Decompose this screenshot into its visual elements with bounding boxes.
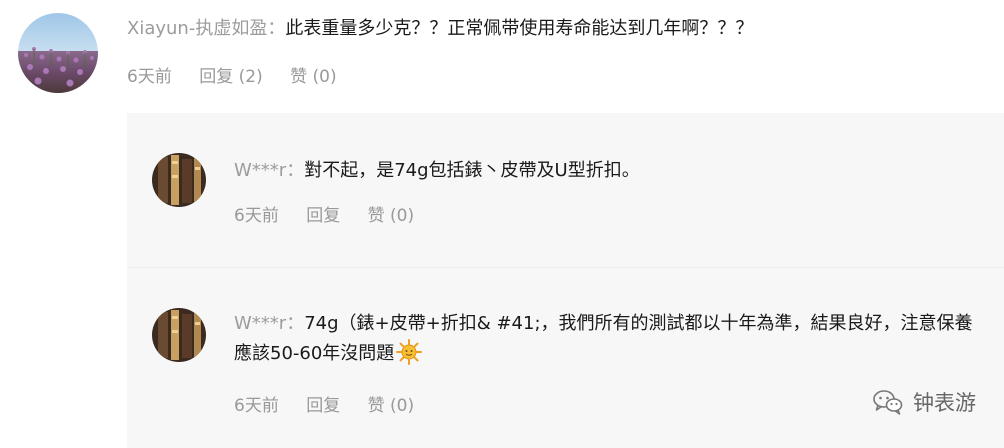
reply-author[interactable]: W***r: [234, 160, 286, 181]
watermark-text: 钟表游: [913, 391, 976, 415]
reply-author[interactable]: W***r: [234, 313, 286, 334]
comment-meta: 6天前 回复 (2) 赞 (0): [127, 62, 359, 87]
reply-button[interactable]: 回复: [306, 206, 340, 226]
watermark: 钟表游: [873, 387, 976, 417]
reply-item: W***r：74g（錶+皮帶+折扣& #41;，我們所有的測試都以十年為準，結果…: [127, 268, 1004, 448]
reply-time: 6天前: [234, 206, 279, 226]
reply-text-line: W***r：對不起，是74g包括錶丶皮帶及U型折扣。: [234, 156, 974, 186]
like-button[interactable]: 赞 (0): [290, 67, 336, 87]
like-button[interactable]: 赞 (0): [368, 396, 414, 416]
reply-body: 對不起，是74g包括錶丶皮帶及U型折扣。: [304, 160, 640, 181]
author-separator: ：: [267, 18, 286, 39]
main-comment: Xiayun-执虚如盈：此表重量多少克？？正常佩带使用寿命能达到几年啊？？？ 6…: [0, 0, 1004, 112]
reply-button[interactable]: 回复: [306, 396, 340, 416]
reply-meta: 6天前 回复 赞 (0): [234, 391, 436, 416]
comment-text-line: Xiayun-执虚如盈：此表重量多少克？？正常佩带使用寿命能达到几年啊？？？: [127, 17, 753, 41]
reply-meta: 6天前 回复 赞 (0): [234, 201, 436, 226]
avatar[interactable]: [18, 13, 98, 93]
sun-emoji-icon: [396, 339, 423, 365]
comment-author[interactable]: Xiayun-执虚如盈: [127, 18, 267, 39]
avatar[interactable]: [152, 153, 206, 207]
avatar[interactable]: [152, 308, 206, 362]
reply-time: 6天前: [234, 396, 279, 416]
comment-time: 6天前: [127, 67, 172, 87]
author-separator: ：: [286, 313, 305, 334]
like-button[interactable]: 赞 (0): [368, 206, 414, 226]
reply-body: 74g（錶+皮帶+折扣& #41;，我們所有的測試都以十年為準，結果良好，注意保…: [234, 313, 973, 364]
reply-button[interactable]: 回复 (2): [199, 67, 262, 87]
reply-item: W***r：對不起，是74g包括錶丶皮帶及U型折扣。 6天前 回复 赞 (0): [127, 113, 1004, 268]
author-separator: ：: [286, 160, 305, 181]
comment-body: 此表重量多少克？？正常佩带使用寿命能达到几年啊？？？: [285, 18, 754, 39]
reply-text-line: W***r：74g（錶+皮帶+折扣& #41;，我們所有的測試都以十年為準，結果…: [234, 309, 974, 369]
wechat-icon: [873, 390, 903, 415]
